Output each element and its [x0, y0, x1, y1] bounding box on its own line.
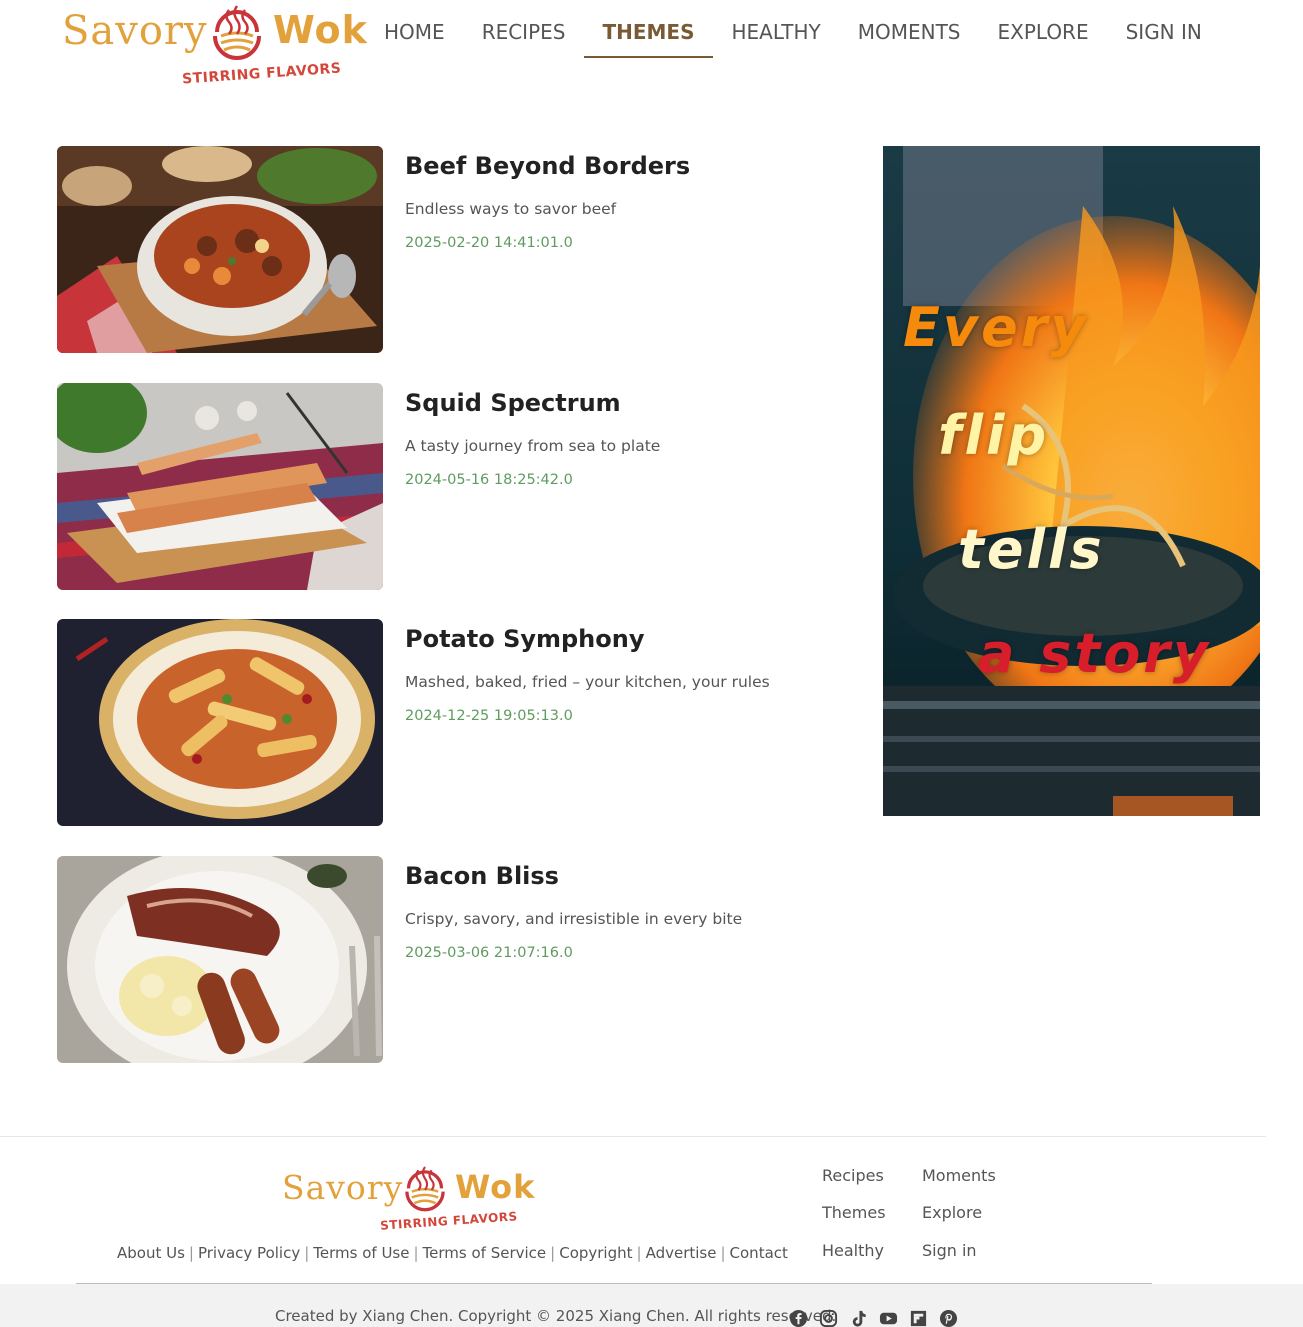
- nav-moments[interactable]: MOMENTS: [840, 14, 979, 58]
- article-card[interactable]: Bacon Bliss Crispy, savory, and irresist…: [57, 856, 817, 1063]
- beef-stew-image[interactable]: [57, 146, 383, 353]
- footer-link-advertise[interactable]: Advertise: [646, 1244, 717, 1262]
- site-header: Savory Wok STIRRING FLAVORS HOME RECIPES…: [0, 0, 1303, 100]
- article-title[interactable]: Potato Symphony: [405, 625, 644, 653]
- article-description: A tasty journey from sea to plate: [405, 437, 661, 455]
- site-logo[interactable]: Savory Wok STIRRING FLAVORS: [60, 0, 368, 92]
- footer-nav-sign-in[interactable]: Sign in: [922, 1241, 977, 1260]
- banner-line-2: flip: [938, 404, 1050, 467]
- separator: |: [304, 1244, 310, 1262]
- logo-name-left: Savory: [282, 1168, 404, 1207]
- article-date: 2024-05-16 18:25:42.0: [405, 472, 573, 488]
- nav-explore[interactable]: EXPLORE: [979, 14, 1106, 58]
- article-date: 2024-12-25 19:05:13.0: [405, 708, 573, 724]
- banner-line-1: Every: [903, 296, 1089, 359]
- social-links: [789, 1309, 958, 1327]
- article-card[interactable]: Squid Spectrum A tasty journey from sea …: [57, 383, 817, 590]
- article-description: Mashed, baked, fried – your kitchen, you…: [405, 673, 770, 691]
- wok-emblem-icon: [213, 5, 261, 60]
- nav-sign-in[interactable]: SIGN IN: [1108, 14, 1220, 58]
- footer-link-terms-of-service[interactable]: Terms of Service: [423, 1244, 547, 1262]
- logo-name-left: Savory: [62, 8, 208, 54]
- footer-link-copyright[interactable]: Copyright: [559, 1244, 632, 1262]
- wok-emblem-icon: [405, 1166, 445, 1212]
- fried-potato-image[interactable]: [57, 619, 383, 826]
- footer-link-privacy-policy[interactable]: Privacy Policy: [198, 1244, 300, 1262]
- article-date: 2025-03-06 21:07:16.0: [405, 945, 573, 961]
- nav-healthy[interactable]: HEALTHY: [714, 14, 839, 58]
- article-card[interactable]: Beef Beyond Borders Endless ways to savo…: [57, 146, 817, 353]
- nav-themes[interactable]: THEMES: [584, 14, 713, 58]
- article-title[interactable]: Bacon Bliss: [405, 862, 559, 890]
- article-card[interactable]: Potato Symphony Mashed, baked, fried – y…: [57, 619, 817, 826]
- separator: |: [720, 1244, 726, 1262]
- facebook-icon[interactable]: [789, 1309, 808, 1327]
- article-date: 2025-02-20 14:41:01.0: [405, 235, 573, 251]
- separator: |: [188, 1244, 194, 1262]
- article-description: Crispy, savory, and irresistible in ever…: [405, 910, 743, 928]
- footer-link-contact[interactable]: Contact: [730, 1244, 788, 1262]
- banner-line-4: a story: [978, 622, 1212, 685]
- footer-nav-explore[interactable]: Explore: [922, 1203, 982, 1222]
- footer-link-about-us[interactable]: About Us: [117, 1244, 185, 1262]
- footer-legal-links: About Us | Privacy Policy | Terms of Use | Ter…: [117, 1244, 788, 1262]
- logo-name-right: Wok: [273, 8, 368, 52]
- wok-flame-image: [883, 146, 1260, 816]
- bacon-breakfast-image[interactable]: [57, 856, 383, 1063]
- article-title[interactable]: Beef Beyond Borders: [405, 152, 690, 180]
- flipboard-icon[interactable]: [909, 1309, 928, 1327]
- footer-nav-recipes[interactable]: Recipes: [822, 1166, 884, 1185]
- footer-bottom-bar: Created by Xiang Chen. Copyright © 2025 …: [0, 1284, 1303, 1327]
- nav-home[interactable]: HOME: [366, 14, 463, 58]
- logo-name-right: Wok: [455, 1168, 536, 1206]
- banner-line-3: tells: [958, 518, 1105, 581]
- article-title[interactable]: Squid Spectrum: [405, 389, 621, 417]
- separator: |: [413, 1244, 419, 1262]
- copyright-text: Created by Xiang Chen. Copyright © 2025 …: [275, 1307, 837, 1325]
- side-banner[interactable]: Every flip tells a story: [883, 146, 1260, 816]
- nav-recipes[interactable]: RECIPES: [464, 14, 584, 58]
- grilled-squid-image[interactable]: [57, 383, 383, 590]
- instagram-icon[interactable]: [819, 1309, 838, 1327]
- separator: |: [550, 1244, 556, 1262]
- youtube-icon[interactable]: [879, 1309, 898, 1327]
- footer-nav-healthy[interactable]: Healthy: [822, 1241, 884, 1260]
- footer-divider-top: [0, 1136, 1266, 1137]
- main-nav: HOME RECIPES THEMES HEALTHY MOMENTS EXPL…: [366, 14, 1221, 58]
- footer-logo[interactable]: Savory Wok STIRRING FLAVORS: [280, 1162, 534, 1234]
- article-description: Endless ways to savor beef: [405, 200, 617, 218]
- separator: |: [636, 1244, 642, 1262]
- tiktok-icon[interactable]: [849, 1309, 868, 1327]
- pinterest-icon[interactable]: [939, 1309, 958, 1327]
- footer-link-terms-of-use[interactable]: Terms of Use: [313, 1244, 409, 1262]
- footer-nav-moments[interactable]: Moments: [922, 1166, 996, 1185]
- footer-nav-themes[interactable]: Themes: [822, 1203, 886, 1222]
